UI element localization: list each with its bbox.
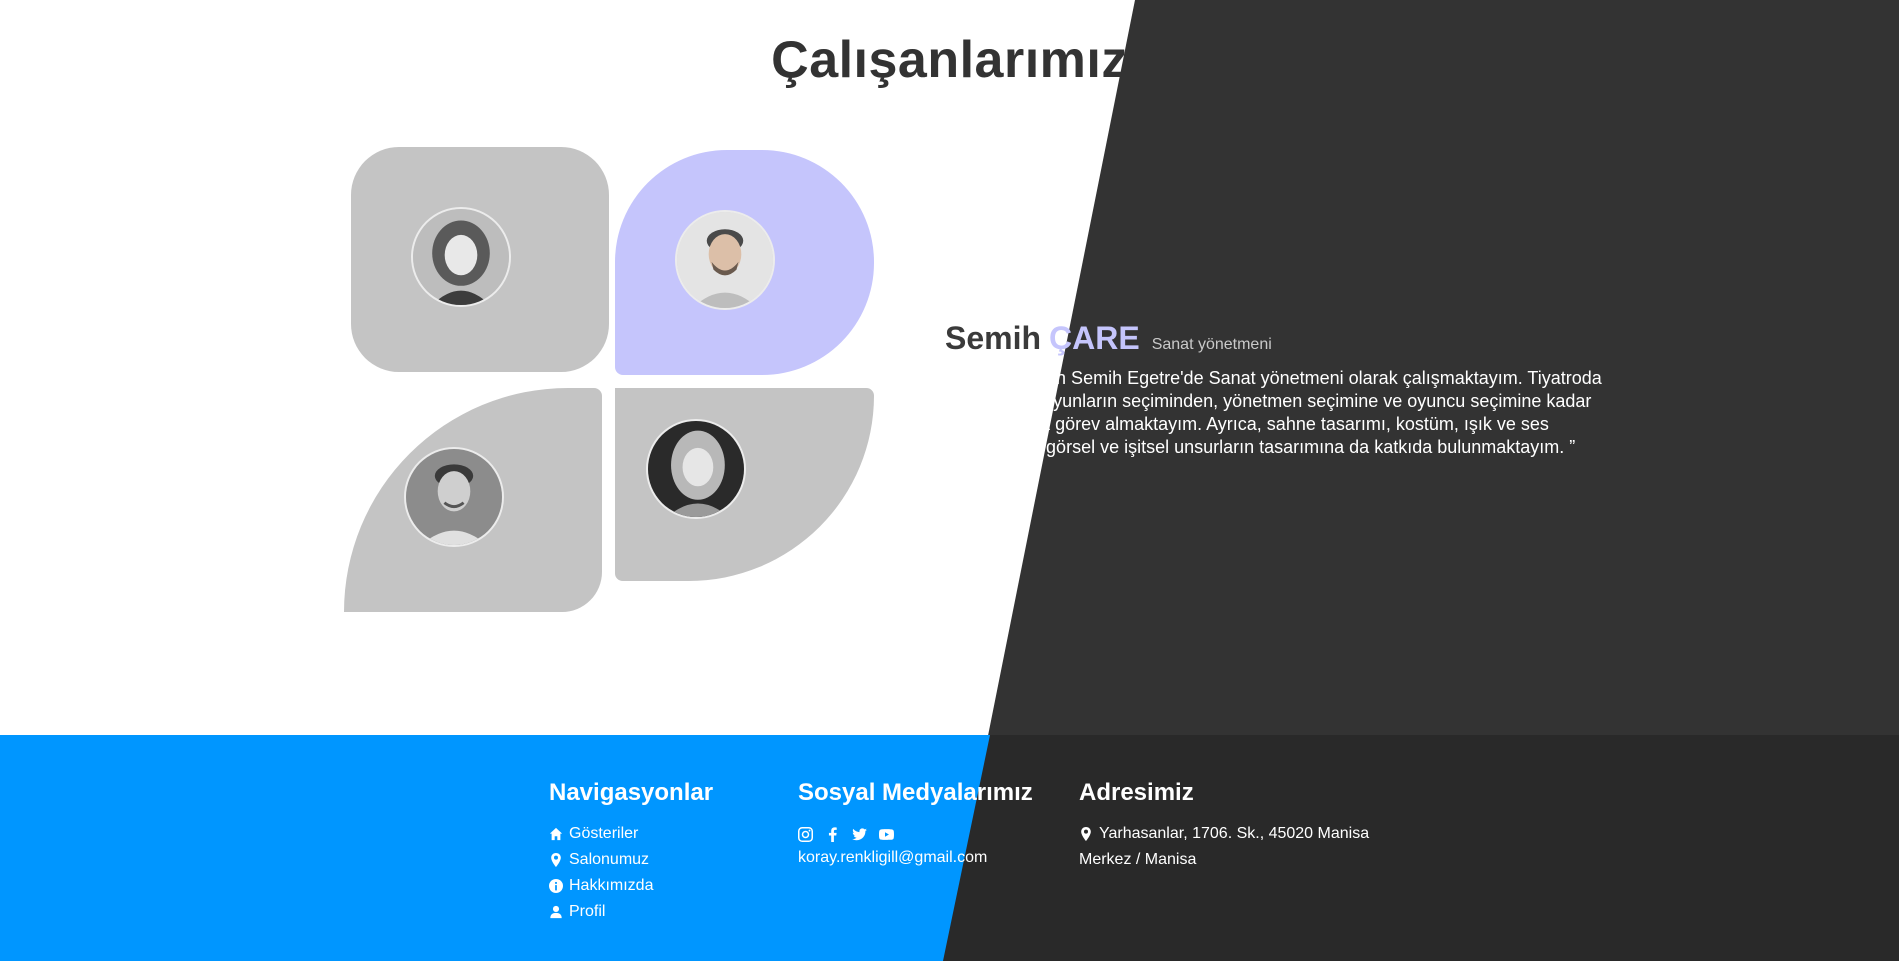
address-line-2: Merkez / Manisa xyxy=(1079,851,1197,868)
nav-item-label: Profil xyxy=(569,903,606,920)
info-icon xyxy=(549,879,563,893)
social-icons-row xyxy=(798,821,1033,847)
twitter-icon xyxy=(852,827,867,840)
nav-item-profil[interactable]: Profil xyxy=(549,899,713,925)
footer-nav: Navigasyonlar Gösteriler Salonumuz Hakkı… xyxy=(549,779,713,925)
nav-item-hakkimizda[interactable]: Hakkımızda xyxy=(549,873,713,899)
user-icon xyxy=(550,905,562,919)
map-pin-icon xyxy=(551,853,561,867)
avatar xyxy=(404,447,504,547)
team-card-3[interactable] xyxy=(344,388,602,612)
address-line-1: Yarhasanlar, 1706. Sk., 45020 Manisa xyxy=(1099,825,1370,842)
person-photo-icon xyxy=(406,449,502,545)
youtube-icon xyxy=(879,828,894,840)
profile-last-name: ÇARE xyxy=(1049,320,1140,356)
nav-item-label: Salonumuz xyxy=(569,851,650,868)
footer-nav-heading: Navigasyonlar xyxy=(549,779,714,806)
profile-role: Sanat yönetmeni xyxy=(1151,336,1272,353)
footer-address-heading: Adresimiz xyxy=(1079,779,1194,806)
footer: Navigasyonlar Gösteriler Salonumuz Hakkı… xyxy=(0,735,1899,961)
nav-item-label: Hakkımızda xyxy=(569,877,654,894)
profile-name-row: Semih ÇARE Sanat yönetmeni xyxy=(945,320,1605,357)
profile-panel: Semih ÇARE Sanat yönetmeni “ Selamlar, b… xyxy=(945,320,1605,459)
person-photo-icon xyxy=(413,209,509,305)
contact-email-link[interactable]: koray.renkligill@gmail.com xyxy=(798,849,1033,867)
profile-quote: “ Selamlar, ben Semih Egetre'de Sanat yö… xyxy=(945,368,1602,457)
twitter-link[interactable] xyxy=(852,827,867,842)
person-photo-icon xyxy=(648,421,744,517)
address-block: Yarhasanlar, 1706. Sk., 45020 Manisa xyxy=(1079,821,1399,847)
team-grid xyxy=(344,147,874,612)
footer-social-heading: Sosyal Medyalarımız xyxy=(798,779,1033,806)
team-card-1[interactable] xyxy=(351,147,609,372)
instagram-link[interactable] xyxy=(798,826,813,842)
map-pin-icon xyxy=(1081,827,1091,841)
facebook-icon xyxy=(828,826,837,842)
instagram-icon xyxy=(798,826,813,842)
home-icon xyxy=(549,827,563,841)
profile-first-name: Semih xyxy=(945,320,1042,356)
youtube-link[interactable] xyxy=(879,827,894,842)
team-card-2[interactable] xyxy=(615,150,874,375)
nav-item-gosteriler[interactable]: Gösteriler xyxy=(549,821,713,847)
footer-social: Sosyal Medyalarımız koray.renkligill@gma… xyxy=(798,779,1033,867)
facebook-link[interactable] xyxy=(825,826,840,842)
avatar xyxy=(646,419,746,519)
avatar xyxy=(675,210,775,310)
nav-item-label: Gösteriler xyxy=(569,825,639,842)
nav-item-salonumuz[interactable]: Salonumuz xyxy=(549,847,713,873)
team-card-4[interactable] xyxy=(615,388,874,581)
page-title: Çalışanlarımız xyxy=(771,31,1128,89)
footer-address: Adresimiz Yarhasanlar, 1706. Sk., 45020 … xyxy=(1079,779,1399,873)
person-photo-icon xyxy=(677,212,773,308)
avatar xyxy=(411,207,511,307)
